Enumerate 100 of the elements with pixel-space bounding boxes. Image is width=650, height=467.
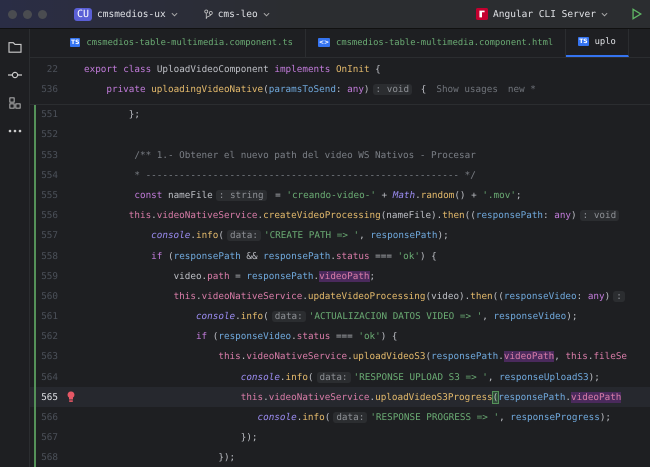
code-token: . <box>588 351 594 362</box>
code-token: responseProgress <box>510 412 600 424</box>
code-token: (( <box>492 290 504 302</box>
inlay-hint: : string <box>216 190 267 201</box>
code-comment: /** 1.- Obtener el nuevo path del video WS Nativos - Procesar <box>134 150 476 161</box>
code-token: , <box>359 230 366 242</box>
code-token: console <box>151 230 190 242</box>
code-token: : <box>543 210 550 222</box>
code-token: . <box>258 210 264 222</box>
chevron-down-icon <box>601 12 608 16</box>
code-token: info <box>302 412 325 424</box>
code-token: implements <box>274 64 330 76</box>
code-token: . <box>415 190 421 201</box>
code-token: responseUploadS3 <box>499 372 589 383</box>
code-token: private <box>106 84 146 96</box>
tab-label: cmsmedios-table-multimedia.component.ts <box>86 38 293 48</box>
code-token: responseVideo <box>218 331 292 342</box>
code-token: = <box>275 190 282 201</box>
line-number: 565 <box>40 392 58 403</box>
code-token: . <box>347 351 353 362</box>
code-token: info <box>286 372 308 383</box>
inlay-hint: data: <box>226 230 261 242</box>
code-token: ); <box>600 412 612 424</box>
code-token: status <box>296 331 330 342</box>
code-token: uploadingVideoNative <box>151 84 264 96</box>
code-token: responsePath <box>263 250 330 262</box>
string-literal: 'ACTUALIZACION DATOS VIDEO => ' <box>308 311 482 322</box>
code-token: }); <box>218 452 236 464</box>
code-token: . <box>263 392 269 403</box>
code-token: console <box>240 372 280 383</box>
code-token: === <box>336 331 354 342</box>
code-token: Math <box>392 190 416 201</box>
code-token: ) <box>571 210 577 222</box>
code-token: }; <box>128 109 140 120</box>
code-token: OnInit <box>336 64 370 76</box>
code-token: responsePath <box>476 210 544 222</box>
code-token: ) { <box>380 331 398 342</box>
code-token: . <box>498 351 504 362</box>
code-token: nameFile <box>168 190 213 201</box>
code-token: (video). <box>425 290 470 302</box>
code-token: ); <box>438 230 449 242</box>
folder-icon[interactable] <box>8 41 22 53</box>
code-token: const <box>134 190 162 201</box>
branch-selector[interactable]: cms-leo <box>200 6 273 22</box>
string-literal: 'ok' <box>358 331 381 342</box>
code-token: ( <box>308 372 314 383</box>
code-token: . <box>296 412 302 424</box>
code-token: videoPath <box>319 270 370 282</box>
code-token: + <box>382 190 388 201</box>
code-token: updateVideoProcessing <box>308 290 426 302</box>
run-icon[interactable] <box>631 8 642 20</box>
code-token: === <box>375 250 393 262</box>
code-token: && <box>246 250 259 262</box>
code-token: . <box>302 290 308 302</box>
code-token: . <box>565 392 572 403</box>
branch-icon <box>204 8 213 20</box>
code-token: UploadVideoComponent <box>156 64 270 76</box>
string-literal: '.mov' <box>482 190 516 201</box>
chevron-down-icon <box>170 12 178 16</box>
code-token: videoNativeService <box>202 290 302 302</box>
code-token: info <box>196 230 218 242</box>
code-token: then <box>442 210 465 222</box>
tab-label: uplo <box>594 36 616 47</box>
code-token: responsePath <box>370 230 438 242</box>
code-token: uploadVideoS3Progress <box>375 392 493 403</box>
code-token: ( <box>492 392 498 403</box>
code-token: (nameFile). <box>380 210 442 222</box>
code-token: ; <box>516 190 522 201</box>
code-token: videoNativeService <box>156 210 258 222</box>
code-token: () + <box>454 190 478 201</box>
code-token: ) { <box>420 250 437 262</box>
code-token: status <box>336 250 370 262</box>
structure-icon[interactable] <box>8 97 22 109</box>
code-token: any <box>347 84 364 96</box>
code-token: ( <box>218 230 224 242</box>
project-selector[interactable]: CU cmsmedios-ux <box>71 6 181 22</box>
inlay-hint: data: <box>333 412 368 424</box>
run-configuration-selector[interactable]: Angular CLI Server <box>473 6 611 22</box>
code-token: then <box>470 290 493 302</box>
code-token: this <box>240 392 264 403</box>
code-token: video. <box>174 270 208 282</box>
code-token: responsePath <box>246 270 314 282</box>
inlay-hint: : void <box>372 84 412 96</box>
code-vision-hint: new * <box>508 84 536 96</box>
code-token: if <box>151 250 162 262</box>
code-token: any <box>554 210 572 222</box>
code-comment: * -------------------------------------------------------- */ <box>134 170 476 181</box>
code-token: videoNativeService <box>268 392 370 403</box>
lightbulb-icon[interactable] <box>67 391 75 404</box>
code-token: ( <box>263 84 269 96</box>
string-literal: 'creando-video-' <box>286 190 376 201</box>
commit-icon[interactable] <box>8 69 22 81</box>
code-token: ) <box>364 84 370 96</box>
angular-logo-icon <box>476 8 488 20</box>
code-token: uploadVideoS3 <box>352 351 426 362</box>
code-token: . <box>196 290 202 302</box>
tab-label: cmsmedios-table-multimedia.component.html <box>336 38 554 48</box>
code-token: ; <box>370 270 376 282</box>
code-token: ); <box>566 311 578 322</box>
code-token: path <box>207 270 230 282</box>
